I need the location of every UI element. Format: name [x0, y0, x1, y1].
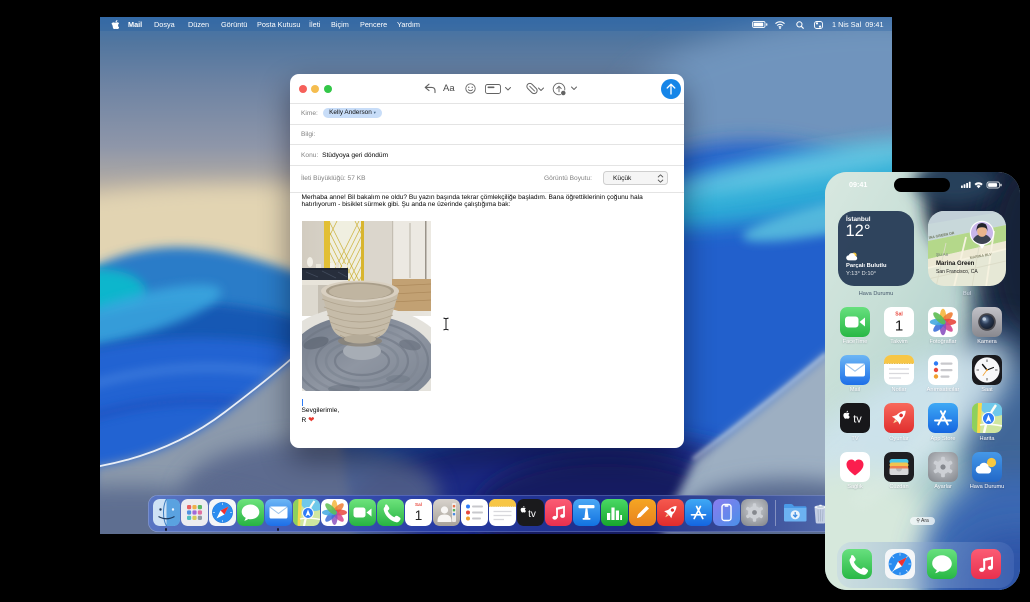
svg-text:1: 1: [895, 317, 903, 334]
svg-text:Marina Green: Marina Green: [936, 261, 975, 267]
svg-text:Şu An: Şu An: [936, 252, 949, 257]
svg-text:tv: tv: [853, 414, 862, 426]
svg-text:San Francisco, CA: San Francisco, CA: [936, 269, 978, 275]
svg-text:tv: tv: [528, 509, 536, 520]
svg-text:1: 1: [414, 508, 422, 523]
svg-text:Sal: Sal: [415, 502, 422, 507]
